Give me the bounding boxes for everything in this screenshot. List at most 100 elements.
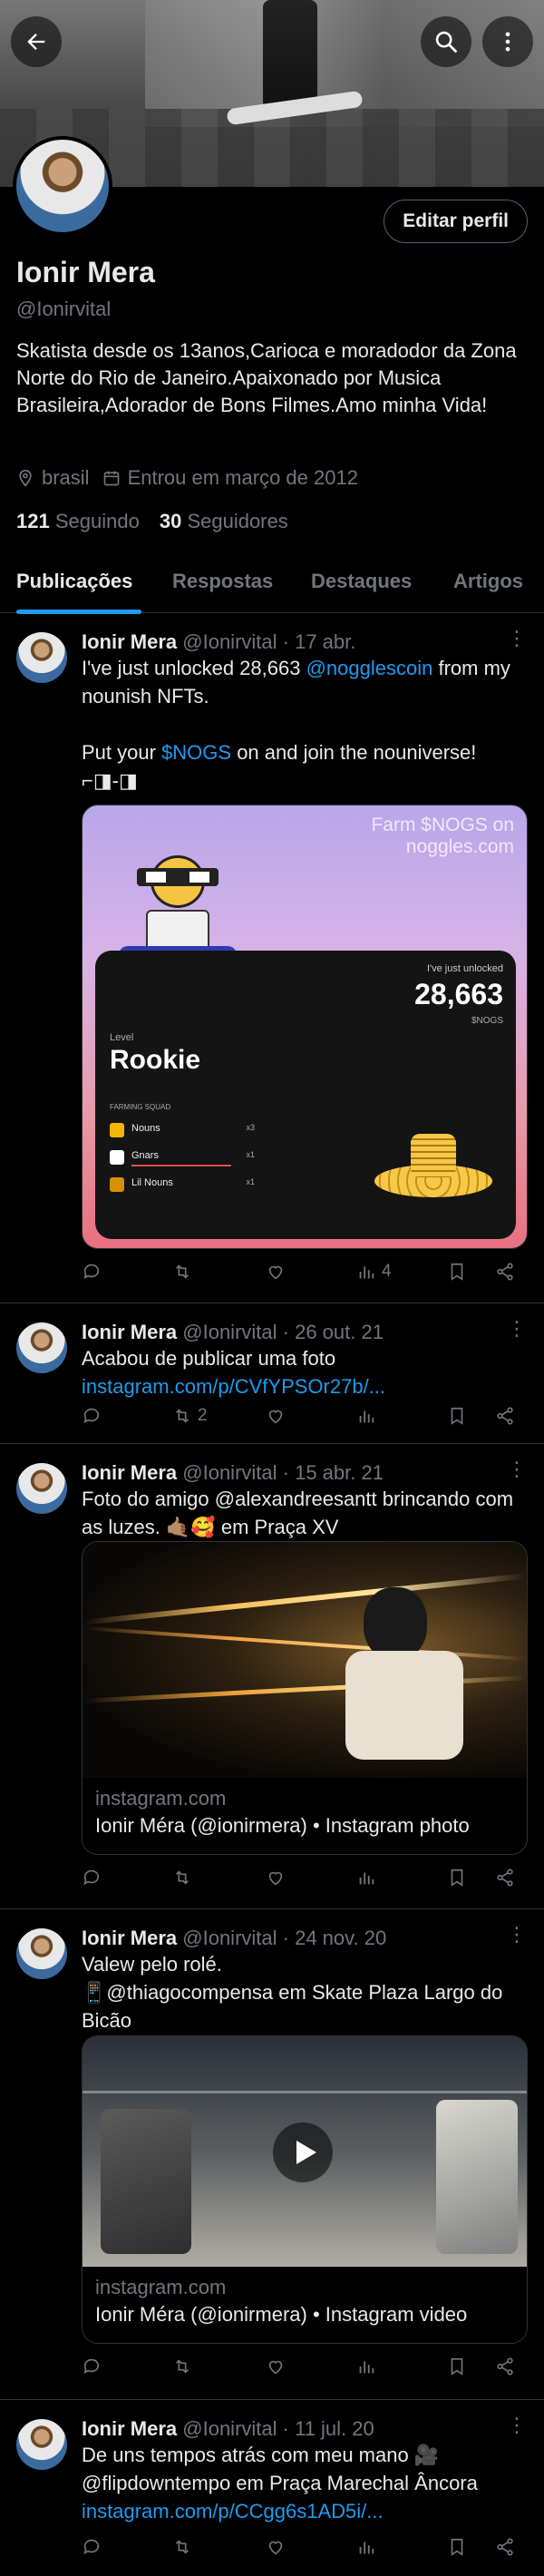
join-date: Entrou em março de 2012 — [102, 466, 358, 490]
retweet-button[interactable]: 2 — [172, 1406, 208, 1426]
bar-chart-icon — [359, 2361, 374, 2374]
tweet-date[interactable]: · 15 abr. 21 — [283, 1461, 384, 1484]
tweet-avatar[interactable] — [16, 1928, 67, 1979]
share-button[interactable] — [495, 1262, 515, 1282]
tweet-more-icon[interactable]: ⋮ — [507, 1317, 528, 1341]
tweet-actions — [82, 2537, 526, 2564]
like-button[interactable] — [266, 2537, 286, 2557]
tweet-date[interactable]: · 24 nov. 20 — [283, 1927, 387, 1949]
reply-button[interactable] — [82, 1868, 102, 1888]
farm-line: noggles.com — [405, 836, 514, 857]
bar-chart-icon — [359, 2542, 374, 2554]
nogs-card-image[interactable]: Farm $NOGS on noggles.com I've just unlo… — [82, 805, 528, 1249]
like-button[interactable] — [266, 1262, 291, 1282]
link-card[interactable]: instagram.com Ionir Méra (@ionirmera) • … — [82, 1541, 528, 1855]
card-title: Ionir Méra (@ionirmera) • Instagram phot… — [95, 1814, 470, 1837]
tweet-author-name[interactable]: Ionir Mera — [82, 630, 177, 653]
tweet-avatar[interactable] — [16, 1322, 67, 1373]
reply-button[interactable] — [82, 2356, 102, 2376]
like-button[interactable] — [266, 1406, 286, 1426]
retweet-icon — [175, 1409, 189, 1423]
views-button[interactable]: 4 — [356, 1262, 392, 1282]
followers-link[interactable]: 30 Seguidores — [160, 510, 288, 533]
bookmark-button[interactable] — [447, 2537, 467, 2557]
mention-link[interactable]: @nogglescoin — [306, 657, 433, 679]
tweet-more-icon[interactable]: ⋮ — [507, 627, 528, 650]
tweet[interactable]: Ionir Mera @Ionirvital · 11 jul. 20 ⋮ De… — [0, 2401, 544, 2576]
tweet[interactable]: Ionir Mera @Ionirvital · 15 abr. 21 ⋮ Fo… — [0, 1445, 544, 1909]
profile-bio: Skatista desde os 13anos,Carioca e morad… — [16, 339, 517, 416]
tweet-text-line: De uns tempos atrás com meu mano 🎥 — [82, 2444, 440, 2466]
play-button[interactable] — [273, 2122, 333, 2182]
views-button[interactable] — [356, 2537, 376, 2557]
tweet-actions: 2 — [82, 1406, 526, 1433]
tweet[interactable]: Ionir Mera @Ionirvital · 17 abr. ⋮ I've … — [0, 614, 544, 1303]
bookmark-button[interactable] — [447, 1262, 467, 1282]
tweet-date[interactable]: · 26 out. 21 — [283, 1321, 384, 1343]
like-button[interactable] — [266, 1868, 286, 1888]
tweet-link[interactable]: instagram.com/p/CVfYPSOr27b/... — [82, 1375, 385, 1398]
share-button[interactable] — [495, 1406, 515, 1426]
search-button[interactable] — [421, 16, 471, 67]
squad-name: Nouns — [131, 1123, 160, 1134]
tweet[interactable]: Ionir Mera @Ionirvital · 26 out. 21 ⋮ Ac… — [0, 1304, 544, 1444]
more-options-button[interactable] — [482, 16, 533, 67]
tweet-avatar[interactable] — [16, 632, 67, 683]
tweet-author-name[interactable]: Ionir Mera — [82, 2417, 177, 2440]
views-button[interactable] — [356, 1868, 376, 1888]
farm-text: Farm $NOGS on noggles.com — [371, 815, 514, 858]
bar-chart-icon — [359, 1266, 374, 1279]
share-button[interactable] — [495, 1868, 515, 1888]
tweet-text-part: Acabou de publicar uma foto — [82, 1347, 336, 1370]
bookmark-button[interactable] — [447, 1406, 467, 1426]
reply-button[interactable] — [82, 1406, 102, 1426]
bookmark-button[interactable] — [447, 1868, 467, 1888]
back-button[interactable] — [11, 16, 62, 67]
retweet-button[interactable] — [172, 1868, 192, 1888]
tab-publicacoes[interactable]: Publicações — [16, 570, 132, 593]
profile-avatar[interactable] — [13, 136, 112, 236]
tweet-date[interactable]: · 17 abr. — [283, 630, 356, 653]
tweet-author-handle: @Ionirvital — [182, 2417, 277, 2440]
tweet-link[interactable]: instagram.com/p/CCgg6s1AD5i/... — [82, 2497, 526, 2525]
tweet-more-icon[interactable]: ⋮ — [507, 1923, 528, 1947]
retweet-icon — [175, 1870, 189, 1885]
retweet-icon — [175, 1264, 189, 1279]
tweet-more-icon[interactable]: ⋮ — [507, 1458, 528, 1481]
tweet-date[interactable]: · 11 jul. 20 — [283, 2417, 374, 2440]
tweet-author-name[interactable]: Ionir Mera — [82, 1321, 177, 1343]
reply-button[interactable] — [82, 2537, 102, 2557]
edit-profile-button[interactable]: Editar perfil — [384, 200, 528, 243]
join-date-text: Entrou em março de 2012 — [127, 466, 358, 489]
reply-button[interactable] — [82, 1262, 102, 1282]
reply-icon — [83, 1869, 100, 1885]
tweet-author-name[interactable]: Ionir Mera — [82, 1461, 177, 1484]
tweet-text-part: ⌐◨-◨ — [82, 769, 138, 792]
profile-handle: @Ionirvital — [16, 298, 112, 320]
following-link[interactable]: 121 Seguindo — [16, 510, 140, 533]
share-button[interactable] — [495, 2537, 515, 2557]
video-card[interactable]: instagram.com Ionir Méra (@ionirmera) • … — [82, 2035, 528, 2344]
tweet[interactable]: Ionir Mera @Ionirvital · 24 nov. 20 ⋮ Va… — [0, 1910, 544, 2400]
bookmark-button[interactable] — [447, 2356, 467, 2376]
views-button[interactable] — [356, 2356, 376, 2376]
share-icon — [497, 1869, 513, 1887]
tweet-avatar[interactable] — [16, 1463, 67, 1514]
tab-artigos[interactable]: Artigos — [453, 570, 523, 593]
tab-destaques[interactable]: Destaques — [311, 570, 412, 593]
like-button[interactable] — [266, 2356, 286, 2376]
bar-chart-icon — [359, 1872, 374, 1885]
tweet-more-icon[interactable]: ⋮ — [507, 2414, 528, 2437]
share-button[interactable] — [495, 2356, 515, 2376]
cashtag-link[interactable]: $NOGS — [161, 741, 231, 764]
views-button[interactable] — [356, 1406, 376, 1426]
location-text: brasil — [42, 466, 90, 489]
tweet-avatar[interactable] — [16, 2419, 67, 2470]
tweet-author-name[interactable]: Ionir Mera — [82, 1927, 177, 1949]
tab-respostas[interactable]: Respostas — [172, 570, 273, 593]
retweet-button[interactable] — [172, 1262, 198, 1282]
retweet-button[interactable] — [172, 2356, 192, 2376]
tweet-text: Acabou de publicar uma foto instagram.co… — [82, 1344, 526, 1400]
reply-icon — [83, 2539, 100, 2554]
retweet-button[interactable] — [172, 2537, 192, 2557]
